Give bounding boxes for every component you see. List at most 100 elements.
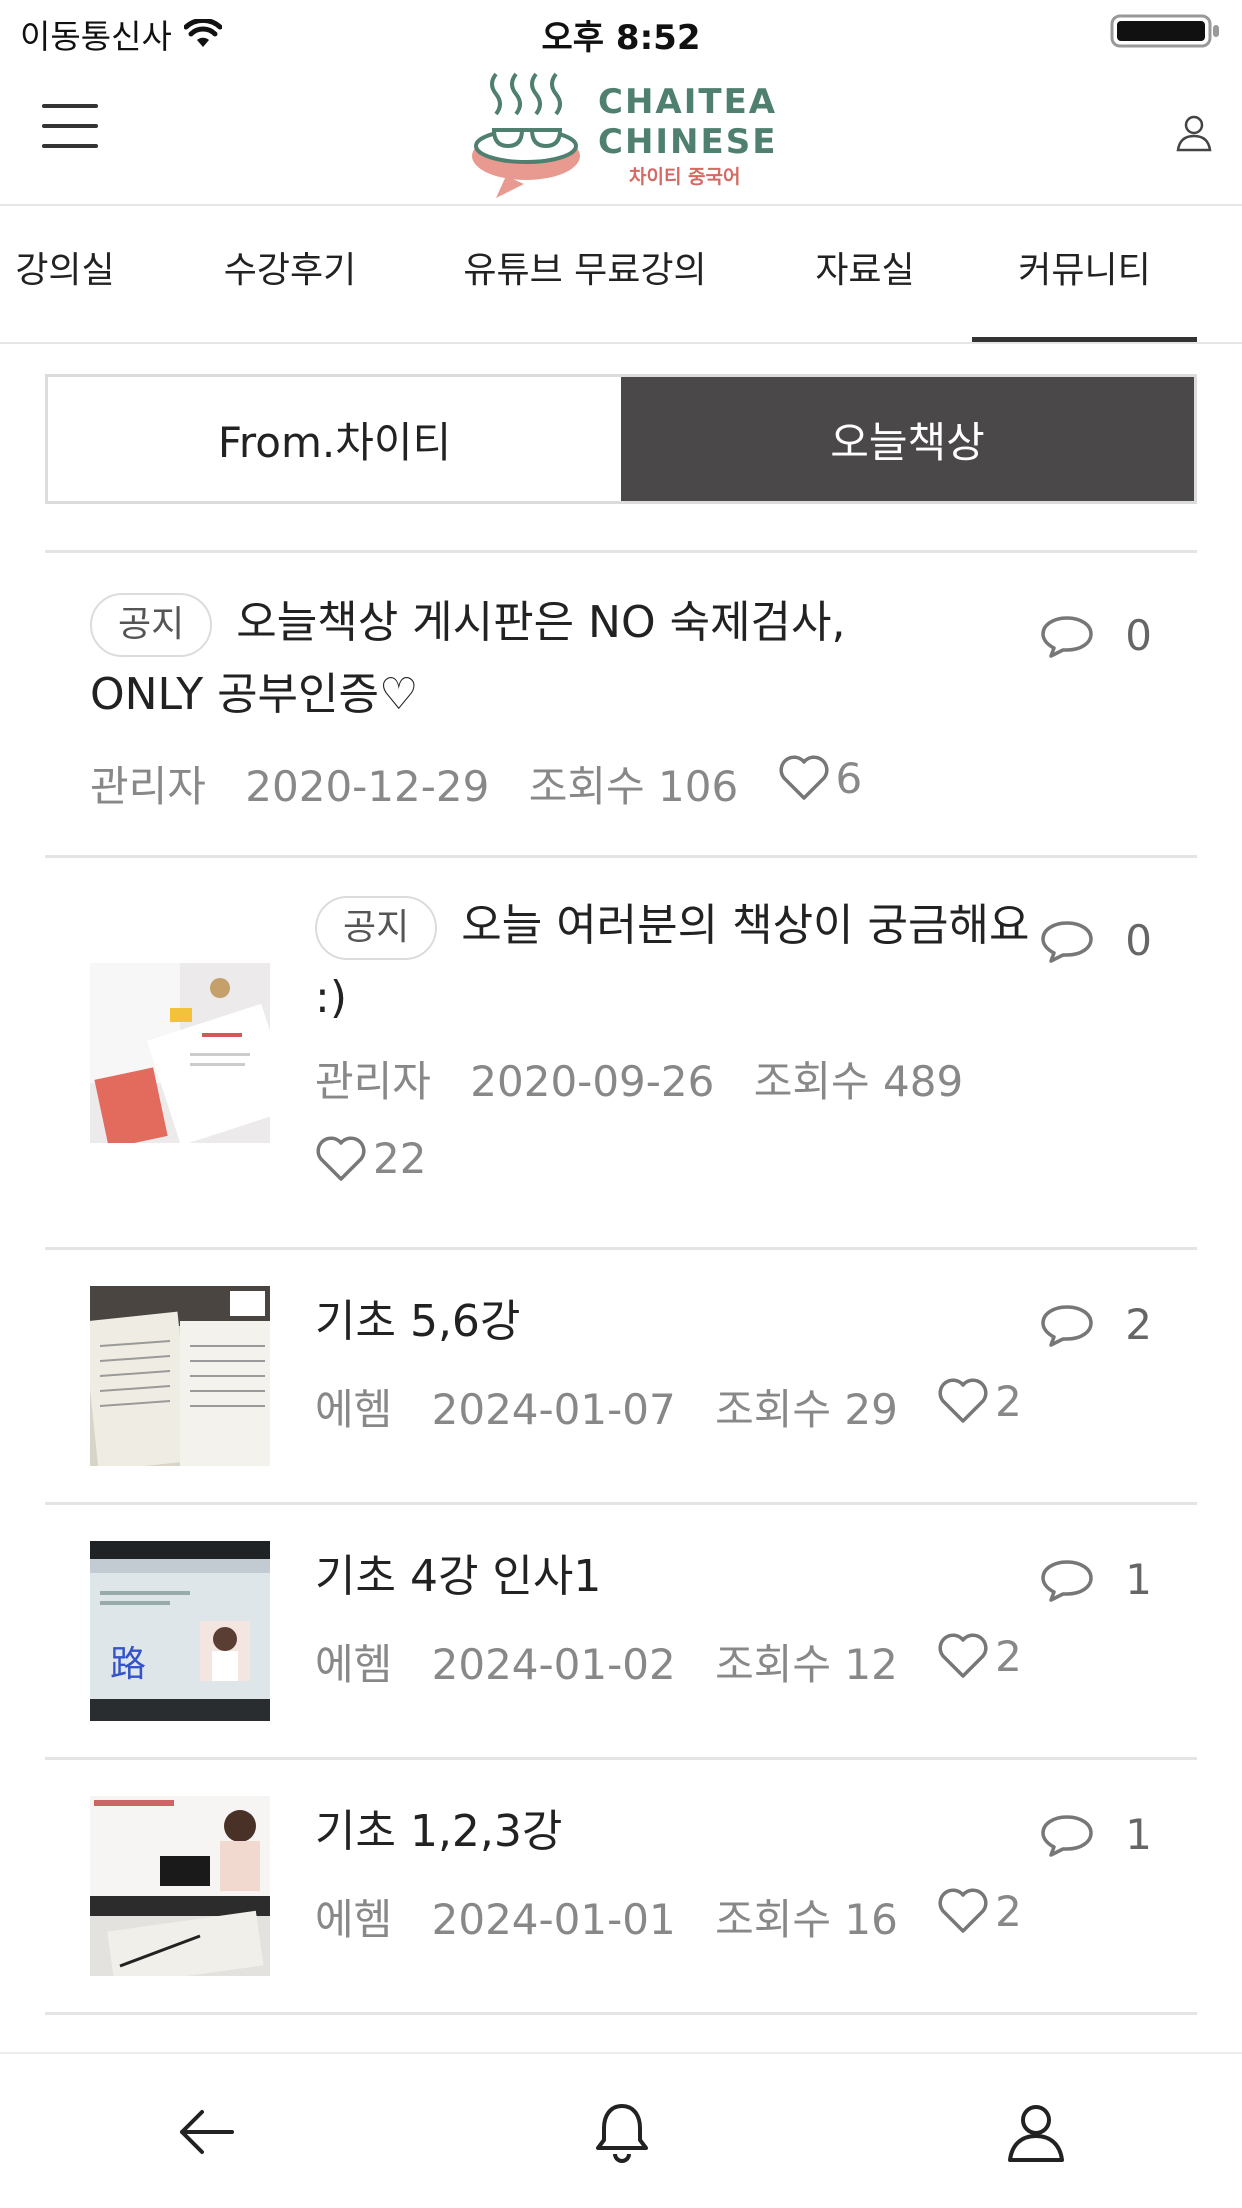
post-likes: 2 (937, 1632, 1048, 1681)
heart-icon (938, 1633, 988, 1678)
post-date: 2024-01-07 (431, 1385, 676, 1434)
comment-icon (1041, 1304, 1094, 1347)
like-count: 2 (995, 1631, 1022, 1681)
post-date: 2020-09-26 (470, 1057, 715, 1106)
post-date: 2020-12-29 (245, 762, 490, 811)
comment-count[interactable]: 2 (1039, 1300, 1152, 1349)
notice-badge: 공지 (315, 896, 438, 960)
comment-number: 2 (1125, 1300, 1152, 1349)
textbook-photo-image (90, 1286, 270, 1466)
post-author: 관리자 (90, 762, 206, 811)
segment-from-chaitea[interactable]: From.차이티 (48, 377, 621, 501)
logo-line-2: CHINESE (598, 122, 778, 162)
logo-line-1: CHAITEA (598, 82, 778, 122)
tab-classroom[interactable]: 강의실 (0, 208, 130, 342)
desk-photo-image (90, 963, 270, 1143)
post-views: 조회수 16 (715, 1895, 898, 1944)
post-meta: 관리자 2020-09-26 조회수 489 (315, 1048, 989, 1109)
tab-resources[interactable]: 자료실 (790, 208, 940, 342)
heart-icon (938, 1888, 988, 1933)
post-author: 에헴 (315, 1895, 393, 1944)
board-segment-control: From.차이티 오늘책상 (45, 374, 1197, 504)
post-thumbnail (90, 963, 270, 1143)
battery-icon (1110, 14, 1219, 48)
list-item[interactable]: 기초 1,2,3강 에헴 2024-01-01 조회수 16 2 1 (45, 1760, 1197, 2015)
post-meta: 에헴 2024-01-02 조회수 12 2 (315, 1631, 1074, 1692)
post-views: 조회수 12 (715, 1640, 898, 1689)
post-likes: 2 (937, 1377, 1048, 1426)
heart-icon (938, 1378, 988, 1423)
comment-icon (1041, 1559, 1094, 1602)
comment-number: 0 (1125, 611, 1152, 660)
like-count: 2 (995, 1376, 1022, 1426)
menu-bar-line (42, 144, 98, 148)
post-meta: 에헴 2024-01-01 조회수 16 2 (315, 1886, 1074, 1947)
chaitea-logo[interactable]: CHAITEA CHINESE 차이티 중국어 (466, 64, 786, 204)
post-title: 기초 1,2,3강 (315, 1806, 563, 1857)
post-list: 공지 오늘책상 게시판은 NO 숙제검사, ONLY 공부인증♡ 관리자 2020… (45, 550, 1197, 2015)
comment-number: 0 (1125, 916, 1152, 965)
post-likes: 22 (315, 1134, 452, 1183)
post-meta: 관리자 2020-12-29 조회수 106 6 (90, 753, 914, 814)
comment-count[interactable]: 0 (1039, 611, 1152, 660)
tab-community[interactable]: 커뮤니티 (972, 208, 1197, 342)
lecture-photo-image (90, 1796, 270, 1976)
post-thumbnail (90, 1286, 270, 1466)
comment-icon (1041, 920, 1094, 963)
post-title: 기초 5,6강 (315, 1296, 521, 1347)
post-thumbnail (90, 1796, 270, 1976)
post-likes-row: 22 (315, 1134, 478, 1192)
post-views: 조회수 489 (753, 1057, 964, 1106)
comment-number: 1 (1125, 1555, 1152, 1604)
list-item[interactable]: 공지 오늘 여러분의 책상이 궁금해요 :) 관리자 2020-09-26 조회수… (45, 858, 1197, 1250)
list-item[interactable]: 기초 5,6강 에헴 2024-01-07 조회수 29 2 2 (45, 1250, 1197, 1505)
logo-wordmark: CHAITEA CHINESE (598, 82, 777, 162)
post-title-block: 공지 오늘 여러분의 책상이 궁금해요 :) (315, 890, 1035, 1034)
comment-icon (1041, 615, 1094, 658)
tab-reviews[interactable]: 수강후기 (200, 208, 380, 342)
status-bar: 이동통신사 오후 8:52 (0, 0, 1242, 60)
post-views: 조회수 29 (715, 1385, 898, 1434)
comment-count[interactable]: 1 (1039, 1810, 1152, 1859)
bottom-navigation (0, 2052, 1242, 2208)
post-meta: 에헴 2024-01-07 조회수 29 2 (315, 1376, 1074, 1437)
post-author: 에헴 (315, 1640, 393, 1689)
comment-count[interactable]: 1 (1039, 1555, 1152, 1604)
post-author: 관리자 (315, 1057, 431, 1106)
heart-icon (778, 755, 829, 800)
comment-count[interactable]: 0 (1039, 916, 1152, 965)
post-author: 에헴 (315, 1385, 393, 1434)
menu-bar-line (42, 124, 98, 128)
svg-text:路: 路 (110, 1644, 146, 1685)
segment-today-desk[interactable]: 오늘책상 (621, 377, 1194, 501)
comment-number: 1 (1125, 1810, 1152, 1859)
like-count: 6 (835, 753, 863, 803)
menu-bar-line (42, 104, 98, 108)
list-item[interactable]: 공지 오늘책상 게시판은 NO 숙제검사, ONLY 공부인증♡ 관리자 2020… (45, 553, 1197, 858)
like-count: 2 (995, 1886, 1022, 1936)
post-views: 조회수 106 (528, 762, 739, 811)
list-item[interactable]: 路 기초 4강 인사1 에헴 2024-01-02 조회수 12 2 1 (45, 1505, 1197, 1760)
like-count: 22 (373, 1134, 427, 1183)
profile-icon[interactable] (1004, 2100, 1068, 2164)
comment-icon (1041, 1814, 1094, 1857)
post-likes: 6 (778, 754, 889, 803)
screen-photo-image: 路 (90, 1541, 270, 1721)
tea-cup-logo-icon (472, 72, 580, 198)
post-date: 2024-01-02 (431, 1640, 676, 1689)
bell-icon[interactable] (590, 2100, 654, 2164)
category-tabs: 강의실 수강후기 유튜브 무료강의 자료실 커뮤니티 (0, 208, 1242, 344)
tab-youtube-free-lectures[interactable]: 유튜브 무료강의 (450, 208, 720, 342)
hamburger-menu-button[interactable] (42, 104, 100, 152)
post-likes: 2 (937, 1887, 1048, 1936)
post-title-block: 공지 오늘책상 게시판은 NO 숙제검사, ONLY 공부인증♡ (90, 587, 970, 731)
heart-icon (316, 1135, 366, 1181)
clock: 오후 8:52 (541, 18, 701, 58)
post-thumbnail: 路 (90, 1541, 270, 1721)
user-icon[interactable] (1174, 112, 1214, 152)
app-header: CHAITEA CHINESE 차이티 중국어 (0, 60, 1242, 206)
back-arrow-icon[interactable] (174, 2100, 238, 2164)
notice-badge: 공지 (90, 593, 213, 657)
post-date: 2024-01-01 (431, 1895, 676, 1944)
logo-subtitle: 차이티 중국어 (629, 166, 741, 188)
